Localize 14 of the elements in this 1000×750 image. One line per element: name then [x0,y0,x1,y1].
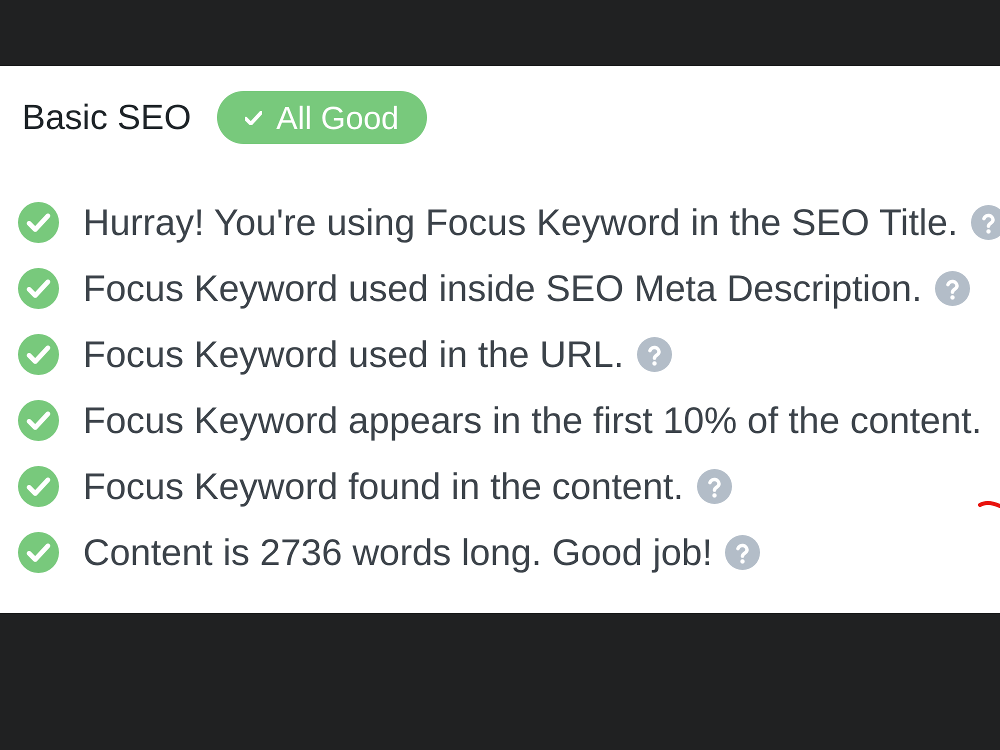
section-title: Basic SEO [22,100,192,135]
help-icon[interactable] [725,534,760,570]
check-text: Content is 2736 words long. Good job! [83,534,712,570]
check-icon [245,110,262,124]
help-icon[interactable] [696,468,732,504]
check-text: Focus Keyword used in the URL. [83,336,624,372]
help-icon[interactable] [935,270,970,306]
check-text: Focus Keyword appears in the first 10% of the content. [83,402,982,438]
check-text: Hurray! You're using Focus Keyword in the SEO Title. [83,204,958,240]
help-icon[interactable] [970,204,1000,240]
check-text: Focus Keyword found in the content. [83,468,684,504]
check-text: Focus Keyword used inside SEO Meta Description. [83,270,922,306]
help-icon[interactable] [636,336,672,372]
badge-label: All Good [276,102,399,134]
